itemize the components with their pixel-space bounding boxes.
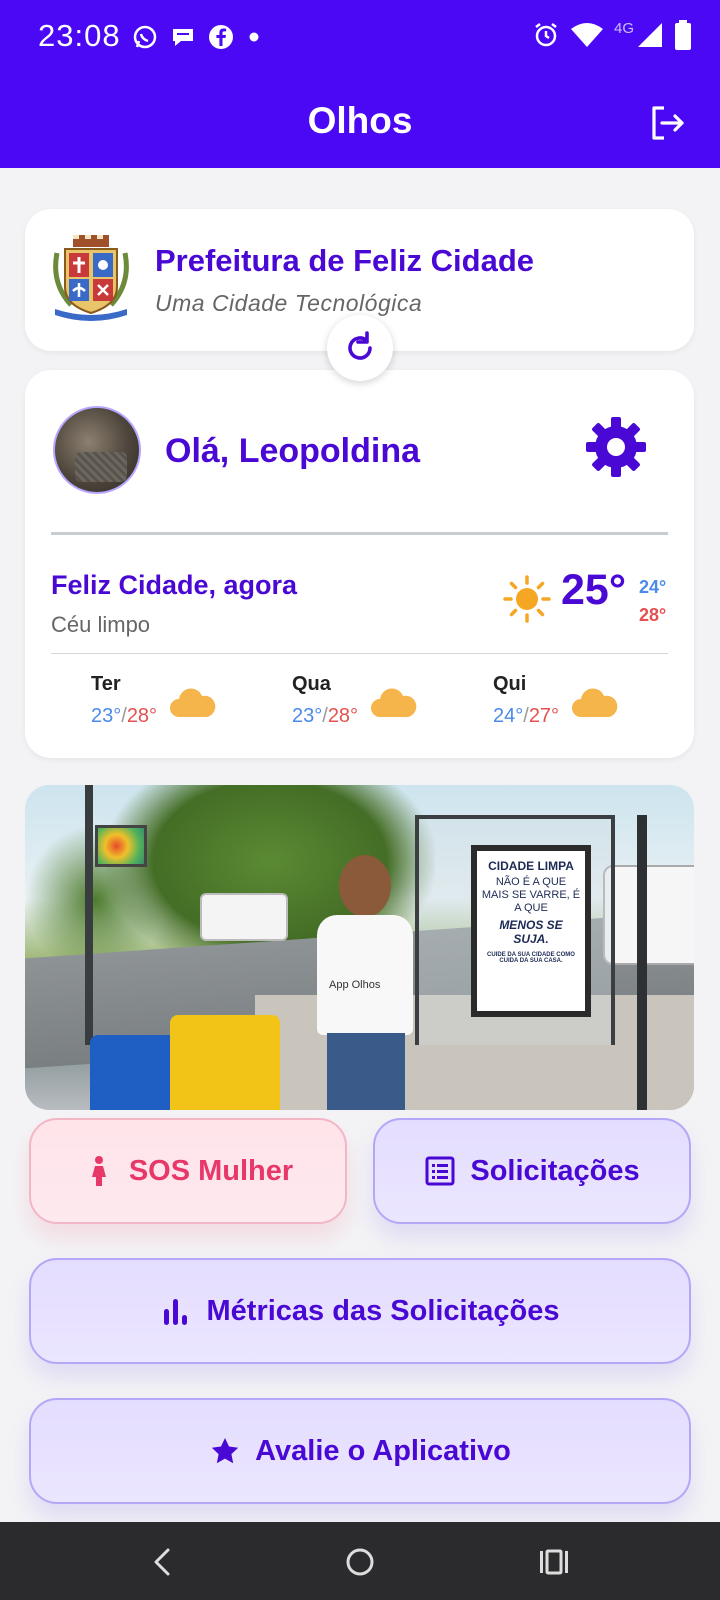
banner-poster: CIDADE LIMPA NÃO É A QUE MAIS SE VARRE, … [471, 845, 591, 1017]
poster-text: NÃO É A QUE MAIS SE VARRE, É A QUE [481, 876, 581, 914]
app-title: Olhos [307, 100, 413, 141]
bar-chart-icon [163, 1299, 187, 1325]
cloud-icon [572, 688, 618, 717]
weather-condition: Céu limpo [51, 612, 151, 637]
bus-illustration [200, 893, 288, 941]
metricas-button[interactable]: Métricas das Solicitações [29, 1258, 691, 1364]
poster-headline: CIDADE LIMPA [488, 859, 574, 873]
divider [51, 653, 668, 654]
person-illustration: App Olhos [305, 855, 425, 1110]
promo-banner[interactable]: CIDADE LIMPA NÃO É A QUE MAIS SE VARRE, … [25, 785, 694, 1110]
solicitacoes-label: Solicitações [470, 1154, 640, 1187]
dot-icon [249, 32, 259, 42]
person-legs [327, 1033, 405, 1110]
woman-icon [91, 1156, 106, 1186]
weather-location: Feliz Cidade, agora [51, 570, 298, 600]
heatmap-screen [95, 825, 147, 867]
city-slogan: Uma Cidade Tecnológica [155, 290, 423, 316]
forecast-temps: 23°/28° [292, 705, 359, 727]
forecast-max: 27° [528, 705, 560, 727]
refresh-icon [348, 331, 372, 360]
app-bar: Olhos [0, 78, 720, 168]
signal-icon [638, 23, 662, 47]
forecast-day: Ter 23°/28° [91, 673, 241, 733]
wifi-icon [570, 23, 603, 47]
person-head [339, 855, 391, 917]
forecast-temps: 23°/28° [91, 705, 158, 727]
forecast-min: 23° [91, 705, 122, 727]
gear-icon[interactable] [583, 414, 649, 480]
whatsapp-icon [133, 25, 157, 49]
battery-icon [675, 20, 691, 50]
forecast-temps: 24°/27° [493, 705, 560, 727]
solicitacoes-button[interactable]: Solicitações [373, 1118, 691, 1224]
alarm-icon [535, 23, 557, 47]
sos-mulher-button[interactable]: SOS Mulher [29, 1118, 347, 1224]
forecast-max: 28° [327, 705, 359, 727]
forecast-day-label: Qui [493, 673, 527, 695]
sos-mulher-label: SOS Mulher [128, 1154, 294, 1187]
star-icon [211, 1438, 239, 1464]
poster-footer: CUIDE DA SUA CIDADE COMO CUIDA DA SUA CA… [487, 952, 575, 964]
bus-illustration [603, 865, 694, 965]
forecast-day-label: Ter [91, 673, 121, 695]
list-icon [425, 1156, 455, 1186]
network-type-label: 4G [613, 19, 634, 37]
chat-bubble-icon [173, 29, 193, 46]
avalie-button[interactable]: Avalie o Aplicativo [29, 1398, 691, 1504]
logout-icon[interactable] [648, 104, 686, 142]
poster-emphasis: MENOS SE SUJA. [499, 918, 563, 946]
forecast-max: 28° [126, 705, 158, 727]
person-body: App Olhos [317, 915, 413, 1035]
recycling-bin-yellow [170, 1015, 280, 1110]
city-name: Prefeitura de Feliz Cidade [155, 243, 534, 278]
avatar[interactable] [53, 406, 141, 494]
current-min-temp: 24° [639, 577, 667, 597]
back-icon[interactable] [142, 1540, 186, 1584]
city-crest-icon [53, 235, 129, 321]
forecast-min: 23° [292, 705, 323, 727]
forecast-day: Qua 23°/28° [292, 673, 442, 733]
sun-icon [503, 575, 551, 623]
user-card: Olá, Leopoldina Feliz Cidade, agora Céu … [25, 370, 694, 758]
lamp-post [637, 815, 647, 1110]
cloud-icon [371, 688, 417, 717]
status-time: 23:08 [38, 18, 121, 53]
system-nav-bar [0, 1522, 720, 1600]
refresh-button[interactable] [327, 315, 393, 381]
sign-post [85, 785, 93, 1045]
current-max-temp: 28° [639, 605, 667, 625]
home-icon[interactable] [338, 1540, 382, 1584]
shirt-label: App Olhos [329, 979, 381, 991]
system-icons: 4G [532, 20, 692, 50]
current-temperature: 25° [561, 566, 627, 614]
recents-icon[interactable] [532, 1540, 576, 1584]
forecast-day-label: Qua [292, 673, 331, 695]
avalie-label: Avalie o Aplicativo [255, 1434, 511, 1467]
notification-icons [132, 24, 262, 50]
facebook-icon [209, 25, 233, 49]
forecast-min: 24° [493, 705, 524, 727]
divider [51, 532, 668, 535]
greeting: Olá, Leopoldina [165, 432, 421, 470]
forecast-day: Qui 24°/27° [493, 673, 643, 733]
cloud-icon [170, 688, 216, 717]
metricas-label: Métricas das Solicitações [206, 1294, 560, 1327]
status-bar: 23:08 4G [0, 0, 720, 78]
